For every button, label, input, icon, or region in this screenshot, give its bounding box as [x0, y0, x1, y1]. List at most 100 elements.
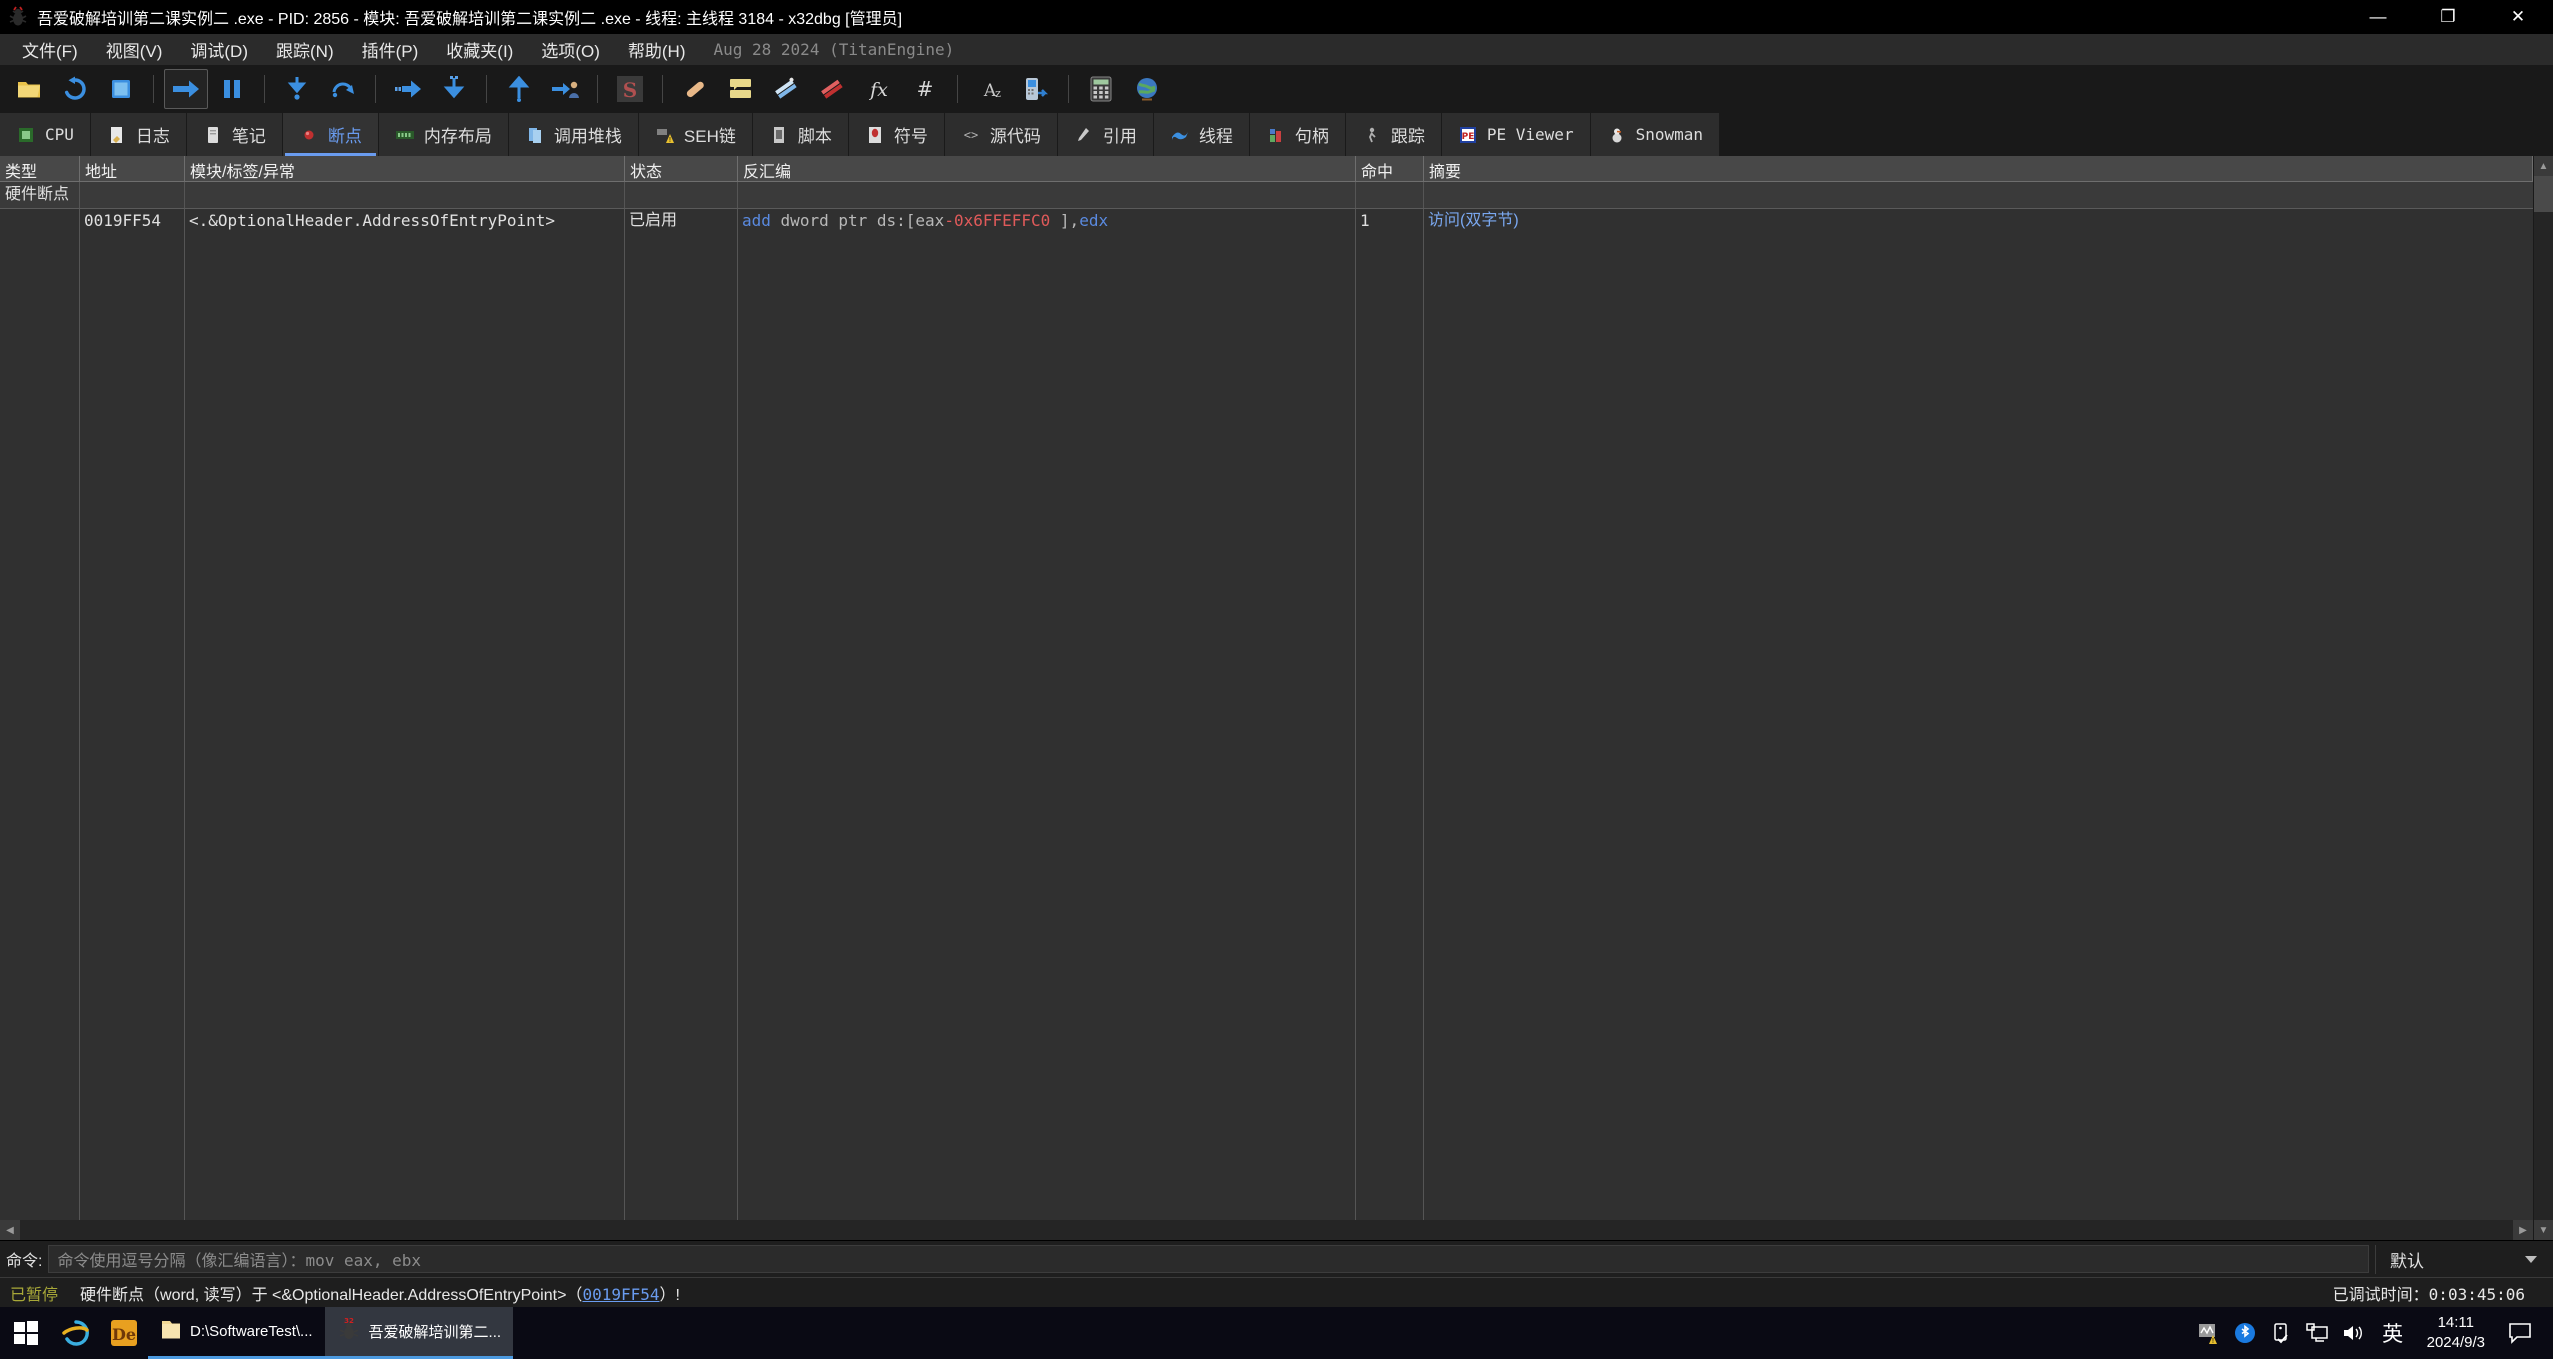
- scroll-right-arrow[interactable]: ▶: [2513, 1220, 2533, 1240]
- run-to-selection-icon[interactable]: [386, 69, 430, 109]
- scroll-left-arrow[interactable]: ◀: [0, 1220, 20, 1240]
- column-header-summary[interactable]: 摘要: [1424, 156, 2533, 181]
- menu-help[interactable]: 帮助(H): [614, 33, 700, 66]
- calculator-icon[interactable]: [1079, 69, 1123, 109]
- clock-date: 2024/9/3: [2426, 1334, 2485, 1351]
- menu-debug[interactable]: 调试(D): [176, 33, 262, 66]
- chevron-down-icon: [2525, 1255, 2537, 1263]
- tab-notes[interactable]: 笔记: [186, 113, 283, 156]
- column-header-type[interactable]: 类型: [0, 156, 80, 181]
- command-input[interactable]: 命令使用逗号分隔（像汇编语言）：mov eax, ebx: [48, 1245, 2369, 1273]
- windows-start-icon[interactable]: [0, 1307, 52, 1359]
- attach-device-icon[interactable]: [1014, 69, 1058, 109]
- command-profile-select[interactable]: 默认: [2375, 1244, 2547, 1274]
- tab-source-code[interactable]: <> 源代码: [944, 113, 1058, 156]
- open-folder-icon[interactable]: [7, 69, 51, 109]
- tab-label: 断点: [327, 127, 362, 146]
- disasm-mnemonic: add: [742, 211, 771, 230]
- notes-window-icon[interactable]: [765, 69, 809, 109]
- tab-label: 跟踪: [1390, 127, 1425, 146]
- run-arrow-icon[interactable]: [164, 69, 208, 109]
- tab-seh-chain[interactable]: ! SEH链: [638, 113, 753, 156]
- scroll-down-arrow[interactable]: ▼: [2533, 1220, 2553, 1240]
- tab-label: 日志: [135, 127, 170, 146]
- svg-text:!: !: [669, 137, 671, 144]
- tab-cpu[interactable]: CPU: [0, 113, 91, 156]
- table-row[interactable]: 0019FF54 <.&OptionalHeader.AddressOfEntr…: [0, 208, 2533, 234]
- pause-icon[interactable]: [210, 69, 254, 109]
- column-header-module[interactable]: 模块/标签/异常: [185, 156, 625, 181]
- table-header-row: 类型 地址 模块/标签/异常 状态 反汇编 命中 摘要: [0, 156, 2533, 182]
- vscroll-thumb[interactable]: [2534, 176, 2553, 212]
- menu-favourites[interactable]: 收藏夹(I): [432, 33, 527, 66]
- tab-pe-viewer[interactable]: PE PE Viewer: [1441, 113, 1591, 156]
- minimize-button[interactable]: —: [2343, 0, 2413, 34]
- menu-plugins[interactable]: 插件(P): [348, 33, 433, 66]
- log-window-icon[interactable]: [719, 69, 763, 109]
- taskbar-clock[interactable]: 14:11 2024/9/3: [2415, 1313, 2497, 1354]
- volume-icon[interactable]: [2335, 1307, 2371, 1359]
- tab-script[interactable]: 脚本: [752, 113, 849, 156]
- tab-handles[interactable]: 句柄: [1249, 113, 1346, 156]
- tab-snowman[interactable]: Snowman: [1590, 113, 1721, 156]
- menu-bar: 文件(F) 视图(V) 调试(D) 跟踪(N) 插件(P) 收藏夹(I) 选项(…: [0, 34, 2553, 65]
- vmware-warning-icon[interactable]: !: [2191, 1307, 2227, 1359]
- tab-label: Snowman: [1635, 125, 1704, 144]
- dreamweaver-icon[interactable]: De: [100, 1307, 148, 1359]
- patch-icon[interactable]: [673, 69, 717, 109]
- system-tray: ! 英 14:11 2024/9/3: [2191, 1307, 2553, 1359]
- call-stack-icon: [525, 125, 545, 145]
- maximize-button[interactable]: ❐: [2413, 0, 2483, 34]
- tab-threads[interactable]: 线程: [1153, 113, 1250, 156]
- tab-trace[interactable]: 跟踪: [1345, 113, 1442, 156]
- breakpoints-icon[interactable]: [811, 69, 855, 109]
- status-message-prefix: 硬件断点（word, 读写）于 <&OptionalHeader.Address…: [80, 1286, 583, 1304]
- menu-options[interactable]: 选项(O): [527, 33, 614, 66]
- close-button[interactable]: ✕: [2483, 0, 2553, 34]
- tab-references[interactable]: 引用: [1057, 113, 1154, 156]
- font-az-icon[interactable]: Az: [968, 69, 1012, 109]
- scylla-icon[interactable]: S: [608, 69, 652, 109]
- internet-explorer-icon[interactable]: [52, 1307, 100, 1359]
- column-header-state[interactable]: 状态: [625, 156, 738, 181]
- menu-trace[interactable]: 跟踪(N): [262, 33, 348, 66]
- tab-log[interactable]: 日志: [90, 113, 187, 156]
- tab-symbols[interactable]: 符号: [848, 113, 945, 156]
- clock-time: 14:11: [2437, 1313, 2475, 1331]
- ime-indicator[interactable]: 英: [2371, 1318, 2415, 1348]
- hash-icon[interactable]: #: [903, 69, 947, 109]
- functions-fx-icon[interactable]: fx: [857, 69, 901, 109]
- taskbar-item-x32dbg[interactable]: 32 吾爱破解培训第二...: [324, 1307, 514, 1359]
- restart-icon[interactable]: [53, 69, 97, 109]
- vertical-scrollbar[interactable]: ▲ ▼: [2533, 156, 2553, 1240]
- toolbar-separator: [375, 75, 376, 103]
- tab-breakpoints[interactable]: 断点: [282, 113, 379, 156]
- step-out-icon[interactable]: [432, 69, 476, 109]
- scroll-up-arrow[interactable]: ▲: [2533, 156, 2553, 176]
- taskbar-item-folder[interactable]: D:\SoftwareTest\...: [148, 1307, 325, 1359]
- column-header-disasm[interactable]: 反汇编: [738, 156, 1356, 181]
- disasm-immediate: -0x6FFEFFC0: [944, 211, 1051, 230]
- horizontal-scrollbar[interactable]: ◀ ▶: [0, 1220, 2533, 1240]
- breakpoints-table: 类型 地址 模块/标签/异常 状态 反汇编 命中 摘要 硬件断点 0019FF5…: [0, 156, 2533, 1240]
- network-monitor-icon[interactable]: [2299, 1307, 2335, 1359]
- step-into-icon[interactable]: [275, 69, 319, 109]
- column-header-address[interactable]: 地址: [80, 156, 185, 181]
- vscroll-track[interactable]: [2534, 176, 2553, 1220]
- tab-call-stack[interactable]: 调用堆栈: [508, 113, 639, 156]
- table-row-group-header[interactable]: 硬件断点: [0, 182, 2533, 208]
- run-to-user-code-icon[interactable]: [543, 69, 587, 109]
- execute-till-return-icon[interactable]: [497, 69, 541, 109]
- bluetooth-icon[interactable]: [2227, 1307, 2263, 1359]
- column-header-hits[interactable]: 命中: [1356, 156, 1424, 181]
- step-over-icon[interactable]: [321, 69, 365, 109]
- menu-file[interactable]: 文件(F): [8, 33, 92, 66]
- usb-eject-icon[interactable]: [2263, 1307, 2299, 1359]
- action-center-icon[interactable]: [2497, 1322, 2543, 1344]
- status-address-link[interactable]: 0019FF54: [582, 1285, 659, 1304]
- tab-memory-map[interactable]: 内存布局: [378, 113, 509, 156]
- menu-view[interactable]: 视图(V): [92, 33, 177, 66]
- globe-icon[interactable]: [1125, 69, 1169, 109]
- stop-icon[interactable]: [99, 69, 143, 109]
- hscroll-track[interactable]: [20, 1220, 2513, 1240]
